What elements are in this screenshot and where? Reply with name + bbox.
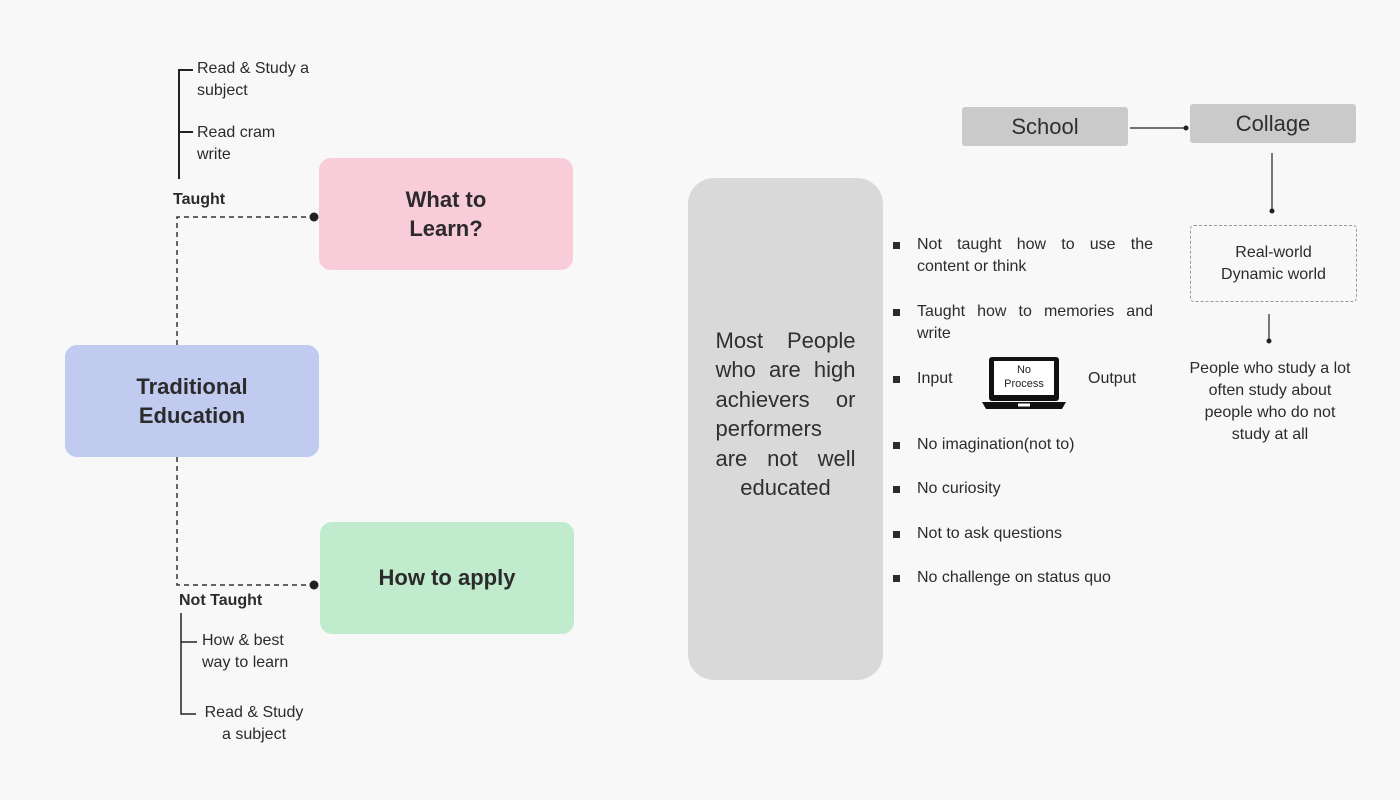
- bullet-text: No curiosity: [917, 480, 1001, 497]
- laptop-icon: No Process: [982, 356, 1066, 412]
- taught-connector: [176, 216, 313, 345]
- not-taught-bracket: [180, 613, 197, 715]
- how-to-apply-node: How to apply: [320, 522, 574, 634]
- bullet-text: Not to ask questions: [917, 525, 1062, 542]
- conclusion-text: People who study a lot often study about…: [1189, 360, 1351, 443]
- output-label: Output: [1088, 370, 1137, 387]
- bullet-square-icon: [893, 531, 900, 538]
- taught-connector-dot: [309, 212, 319, 222]
- taught-item-1: Read & Study a subject: [197, 60, 310, 99]
- bullet-square-icon: [893, 575, 900, 582]
- how-to-apply-label: How to apply: [378, 565, 516, 590]
- bullet-square-icon: [893, 442, 900, 449]
- school-box: School: [962, 107, 1128, 146]
- college-label: Collage: [1235, 110, 1311, 136]
- bullet-text: No imagination(not to): [917, 436, 1075, 453]
- not-taught-item-1: How & best way to learn: [202, 632, 289, 671]
- taught-label: Taught: [173, 191, 226, 208]
- center-statement-box: Most People who are high achievers or pe…: [688, 178, 883, 680]
- bullet-text: Taught how to memories and write: [917, 303, 1153, 342]
- bullet-square-icon: [893, 376, 900, 383]
- taught-bracket: [178, 69, 193, 179]
- taught-item-2: Read cram write: [197, 124, 276, 163]
- bullet-square-icon: [893, 242, 900, 249]
- what-to-learn-node: What to Learn?: [319, 158, 573, 270]
- real-world-box: Real-world Dynamic world: [1190, 225, 1357, 302]
- not-taught-connector: [176, 457, 313, 586]
- college-box: Collage: [1190, 104, 1356, 143]
- bullet-text: Not taught how to use the content or thi…: [917, 236, 1153, 275]
- not-taught-item-2: Read & Study a subject: [204, 704, 304, 743]
- root-node-traditional-education: Traditional Education: [65, 345, 319, 457]
- center-statement-text: Most People who are high achievers or pe…: [715, 327, 856, 501]
- not-taught-label: Not Taught: [179, 592, 263, 609]
- school-label: School: [1011, 113, 1079, 139]
- bullet-square-icon: [893, 309, 900, 316]
- real-world-label: Real-world Dynamic world: [1221, 243, 1326, 283]
- root-node-label: Traditional Education: [136, 374, 248, 428]
- what-to-learn-label: What to Learn?: [405, 187, 487, 241]
- input-label: Input: [917, 370, 953, 387]
- not-taught-connector-dot: [309, 580, 319, 590]
- laptop-screen-text: No Process: [1004, 364, 1044, 390]
- bullet-text: No challenge on status quo: [917, 569, 1111, 586]
- bullet-square-icon: [893, 486, 900, 493]
